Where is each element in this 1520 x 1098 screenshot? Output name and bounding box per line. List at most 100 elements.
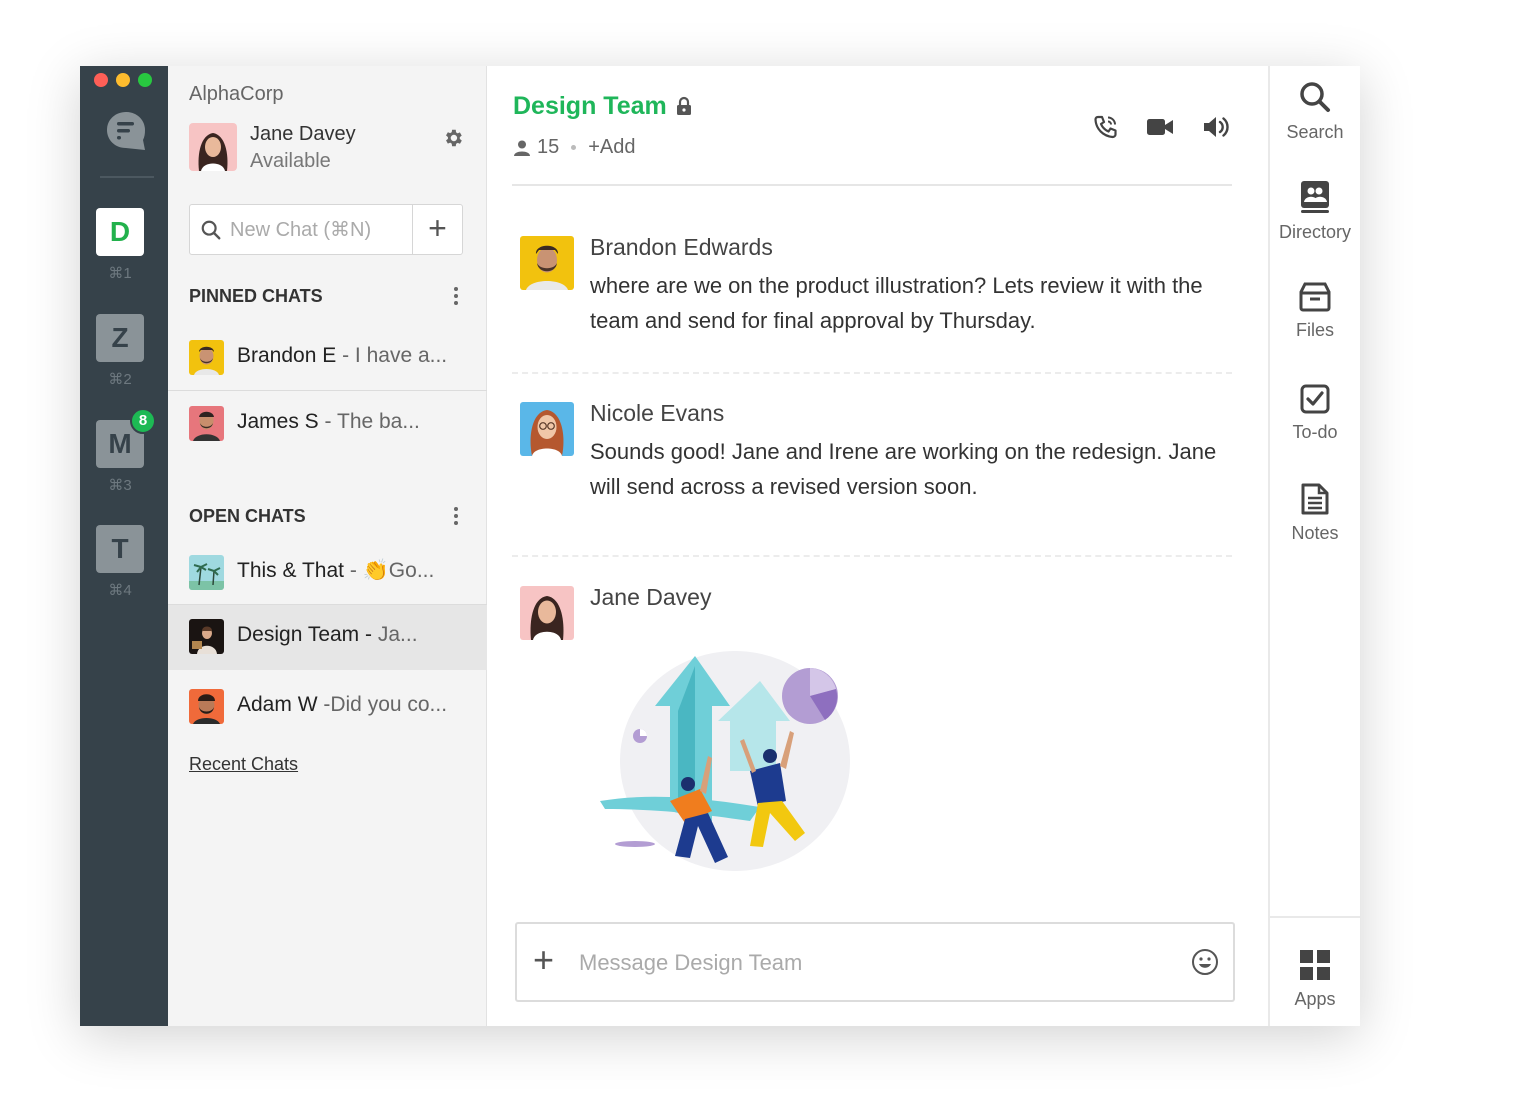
directory-icon	[1301, 181, 1329, 213]
workspace-tile[interactable]: Z	[96, 314, 144, 362]
person-icon	[514, 140, 530, 156]
minimize-window-button[interactable]	[116, 73, 130, 87]
message-input[interactable]	[579, 946, 1159, 980]
directory-tool[interactable]: Directory	[1270, 180, 1360, 243]
chat-preview: - The ba...	[318, 410, 420, 433]
chat-title: James S - The ba...	[237, 410, 420, 433]
workspace-tile[interactable]: M 8	[96, 408, 156, 468]
todo-label: To-do	[1292, 422, 1338, 442]
chat-preview: -Did you co...	[317, 693, 448, 716]
chat-preview: - 👏Go...	[344, 559, 435, 582]
avatar	[189, 340, 224, 375]
open-chat-this-and-that[interactable]: This & That - 👏Go...	[168, 541, 487, 605]
message-author: Jane Davey	[590, 584, 712, 610]
search-tool[interactable]: Search	[1270, 80, 1360, 143]
notes-label: Notes	[1291, 523, 1339, 543]
add-members-button[interactable]: +Add	[588, 136, 635, 159]
member-count[interactable]: 15	[537, 136, 559, 159]
window-controls	[94, 73, 152, 87]
new-chat-plus-button[interactable]: +	[412, 205, 462, 254]
org-name: AlphaCorp	[189, 83, 284, 105]
workspace-tile[interactable]: D	[96, 208, 144, 256]
video-camera-icon[interactable]	[1146, 114, 1174, 140]
message-author: Brandon Edwards	[590, 234, 773, 260]
workspace-shortcut: ⌘4	[108, 582, 132, 599]
chat-title: Brandon E - I have a...	[237, 344, 448, 367]
message-composer: +	[515, 922, 1235, 1002]
chat-title: This & That - 👏Go...	[237, 559, 435, 582]
user-avatar[interactable]	[189, 123, 237, 171]
speaker-icon[interactable]	[1202, 114, 1230, 140]
app-logo-icon[interactable]	[105, 110, 147, 152]
files-icon	[1299, 282, 1331, 312]
message-text: where are we on the product illustration…	[590, 273, 1203, 333]
open-chat-adam[interactable]: Adam W -Did you co...	[168, 675, 487, 739]
message-divider	[512, 372, 1232, 374]
workspace-z[interactable]: Z ⌘2	[96, 314, 144, 388]
gear-icon[interactable]	[442, 127, 464, 149]
chat-title: Design Team - Ja...	[237, 623, 418, 646]
attach-plus-button[interactable]: +	[533, 938, 554, 982]
apps-icon	[1300, 950, 1330, 980]
recent-chats-link[interactable]: Recent Chats	[189, 754, 298, 775]
workspace-shortcut: ⌘1	[108, 265, 132, 282]
notes-tool[interactable]: Notes	[1270, 483, 1360, 544]
workspace-tile[interactable]: T	[96, 525, 144, 573]
workspace-shortcut: ⌘3	[108, 477, 132, 494]
open-more-icon[interactable]	[452, 504, 460, 528]
rail-divider	[100, 176, 154, 178]
workspace-m[interactable]: M 8 ⌘3	[96, 408, 156, 494]
user-status: Available	[250, 150, 331, 172]
chat-preview: - I have a...	[336, 344, 448, 367]
workspace-shortcut: ⌘2	[108, 371, 132, 388]
pinned-chat-james[interactable]: James S - The ba...	[168, 392, 487, 456]
new-chat-input[interactable]	[230, 215, 408, 245]
chat-preview: Ja...	[372, 623, 418, 646]
pinned-chats-title: PINNED CHATS	[189, 286, 323, 306]
open-chat-design-team[interactable]: Design Team - Ja...	[168, 605, 487, 670]
channel-title: Design Team	[513, 92, 667, 120]
directory-label: Directory	[1278, 222, 1351, 242]
search-icon	[1300, 82, 1330, 112]
message-divider	[512, 555, 1232, 557]
todo-icon	[1300, 384, 1330, 414]
apps-tool[interactable]: Apps	[1270, 949, 1360, 1010]
growth-illustration[interactable]	[600, 651, 850, 891]
workspace-rail: D ⌘1 Z ⌘2 M 8 ⌘3 T ⌘4	[80, 66, 168, 1026]
emoji-icon[interactable]	[1191, 948, 1219, 976]
avatar	[189, 406, 224, 441]
user-name: Jane Davey	[250, 123, 356, 145]
lock-icon	[677, 96, 691, 115]
header-divider	[512, 184, 1232, 186]
apps-label: Apps	[1294, 989, 1336, 1009]
pinned-chat-brandon[interactable]: Brandon E - I have a...	[168, 326, 487, 390]
pinned-more-icon[interactable]	[452, 284, 460, 308]
phone-call-icon[interactable]	[1092, 114, 1120, 140]
search-label: Search	[1286, 122, 1344, 142]
todo-tool[interactable]: To-do	[1270, 384, 1360, 443]
conversation-pane: Design Team 15 +Add Brandon Edwards wher…	[488, 66, 1268, 1026]
workspace-d[interactable]: D ⌘1	[96, 208, 144, 282]
workspace-letter: M	[108, 428, 132, 459]
avatar[interactable]	[520, 586, 574, 640]
notes-icon	[1301, 483, 1329, 515]
avatar	[189, 689, 224, 724]
chat-title: Adam W -Did you co...	[237, 693, 448, 716]
search-icon	[201, 220, 221, 240]
chat-sidebar: AlphaCorp Jane Davey Available + PINNED …	[168, 66, 487, 1026]
avatar	[189, 555, 224, 590]
files-label: Files	[1295, 320, 1334, 340]
zoom-window-button[interactable]	[138, 73, 152, 87]
message-text: Sounds good! Jane and Irene are working …	[590, 439, 1217, 499]
close-window-button[interactable]	[94, 73, 108, 87]
separator-dot	[571, 145, 577, 150]
rail-divider	[1270, 916, 1360, 918]
files-tool[interactable]: Files	[1270, 282, 1360, 341]
divider	[168, 390, 487, 391]
avatar	[189, 619, 224, 654]
workspace-t[interactable]: T ⌘4	[96, 525, 144, 599]
avatar[interactable]	[520, 402, 574, 456]
avatar[interactable]	[520, 236, 574, 290]
tools-rail: Search Directory Files To-do Notes Apps	[1268, 66, 1360, 1026]
message-author: Nicole Evans	[590, 400, 725, 426]
